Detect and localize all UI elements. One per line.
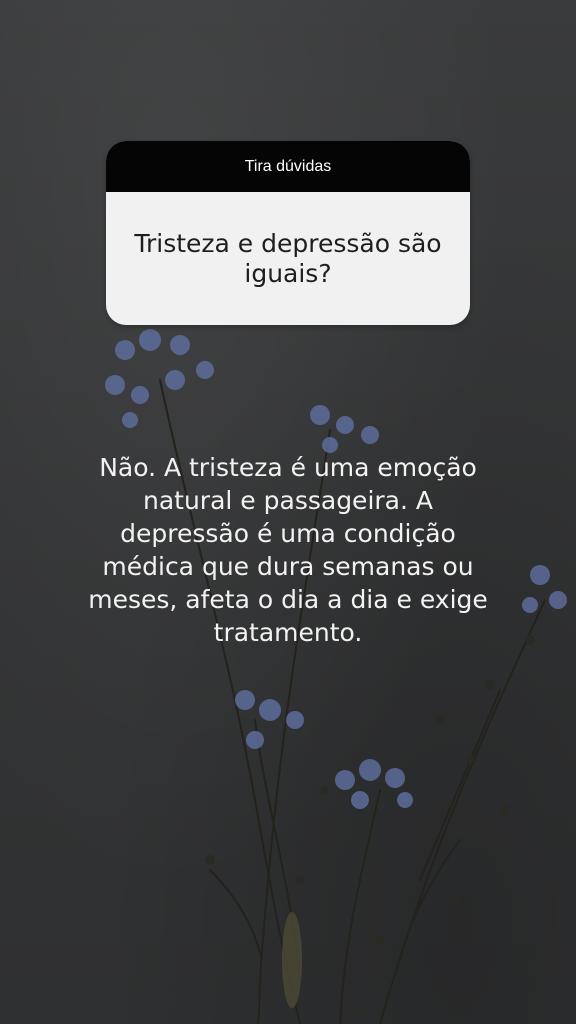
question-sticker: Tira dúvidas Tristeza e depressão são ig… bbox=[106, 141, 470, 325]
answer-text: Não. A tristeza é uma emoção natural e p… bbox=[88, 453, 488, 647]
question-sticker-title: Tira dúvidas bbox=[244, 157, 332, 175]
question-sticker-header: Tira dúvidas bbox=[106, 141, 470, 192]
question-text: Tristeza e depressão são iguais? bbox=[134, 228, 442, 288]
question-sticker-body: Tristeza e depressão são iguais? bbox=[106, 192, 470, 325]
